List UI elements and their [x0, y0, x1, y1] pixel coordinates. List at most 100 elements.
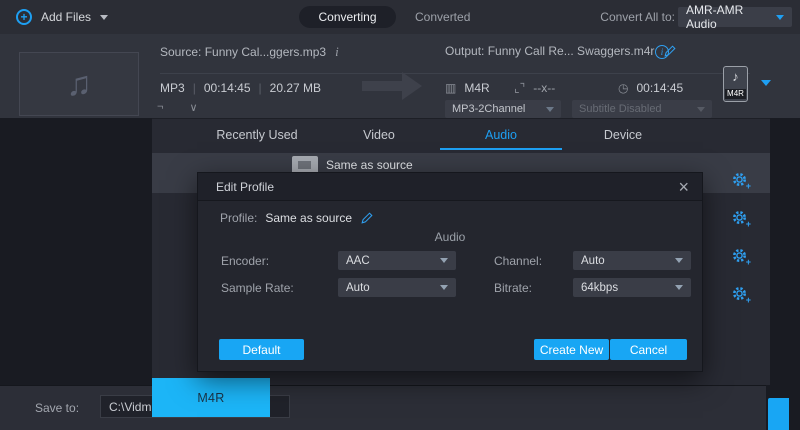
caret-down-icon	[440, 285, 448, 290]
convert-all-dropdown[interactable]: AMR-AMR Audio	[678, 7, 792, 27]
default-button[interactable]: Default	[219, 339, 304, 360]
music-note-icon: ♫	[66, 65, 92, 104]
caret-down-icon	[440, 258, 448, 263]
save-to-label: Save to:	[35, 401, 79, 415]
format-caret-icon[interactable]	[761, 80, 771, 86]
dialog-title: Edit Profile	[216, 180, 274, 194]
edit-pencil-icon[interactable]	[360, 211, 374, 225]
subtitle-value: Subtitle Disabled	[579, 103, 662, 115]
info-i-glyph: i	[661, 47, 664, 57]
encoder-value: AAC	[346, 255, 370, 267]
section-title: Audio	[198, 230, 702, 244]
top-bar: + Add Files Converting Converted Convert…	[0, 0, 800, 34]
subtitle-dropdown[interactable]: Subtitle Disabled	[572, 100, 712, 118]
tab-label: Recently Used	[216, 128, 297, 142]
source-meta: MP3 | 00:14:45 | 20.27 MB	[160, 81, 321, 95]
profile-item-icon-inner	[298, 161, 311, 169]
info-icon[interactable]: i	[335, 44, 339, 60]
source-size: 20.27 MB	[270, 81, 321, 95]
bitrate-dropdown[interactable]: 64kbps	[573, 278, 691, 297]
sidebar-item-m4r-selected[interactable]: M4R	[152, 378, 270, 417]
sample-rate-label: Sample Rate:	[221, 281, 294, 295]
add-files-button[interactable]: + Add Files	[16, 0, 108, 34]
format-badge: M4R	[725, 89, 746, 99]
output-resolution-group: ⌞⌝ --x--	[514, 81, 555, 95]
tab-label: Video	[363, 128, 395, 142]
edit-profile-dialog: Edit Profile × Profile: Same as source A…	[197, 172, 703, 372]
plus-glyph: +	[746, 258, 751, 267]
source-label: Source: Funny Cal...ggers.mp3	[160, 45, 326, 59]
channel-dropdown[interactable]: Auto	[573, 251, 691, 270]
profile-line: Profile: Same as source	[220, 211, 374, 225]
audio-track-dropdown[interactable]: MP3-2Channel	[445, 100, 561, 118]
tab-device[interactable]: Device	[562, 119, 684, 150]
plus-glyph: +	[746, 182, 751, 191]
divider	[445, 73, 750, 74]
tab-label: Device	[604, 128, 642, 142]
profile-item-label: Same as source	[326, 158, 413, 172]
output-file-name: Output: Funny Call Re... Swaggers.m4r	[445, 44, 677, 58]
create-new-button[interactable]: Create New	[534, 339, 609, 360]
file-thumbnail: ♫	[19, 52, 139, 116]
gear-plus-icon[interactable]: +	[731, 209, 748, 226]
bitrate-label: Bitrate:	[494, 281, 532, 295]
encoder-dropdown[interactable]: AAC	[338, 251, 456, 270]
plus-glyph: +	[746, 296, 751, 305]
output-format-group: ▥ M4R	[445, 81, 490, 95]
tab-converting[interactable]: Converting	[299, 6, 396, 28]
partial-button[interactable]	[768, 398, 789, 430]
tab-recently-used[interactable]: Recently Used	[196, 119, 318, 150]
convert-all-value: AMR-AMR Audio	[686, 3, 776, 31]
caret-down-icon	[776, 15, 784, 20]
sample-rate-value: Auto	[346, 282, 370, 294]
tab-converted[interactable]: Converted	[415, 0, 470, 34]
clock-icon: ◷	[618, 81, 628, 95]
source-format: MP3	[160, 81, 185, 95]
gear-plus-icon[interactable]: +	[731, 285, 748, 302]
convert-all-label: Convert All to:	[600, 0, 675, 34]
tab-video[interactable]: Video	[318, 119, 440, 150]
bitrate-value: 64kbps	[581, 282, 618, 294]
source-duration: 00:14:45	[204, 81, 251, 95]
caret-down-icon	[675, 258, 683, 263]
add-files-label: Add Files	[41, 10, 91, 24]
add-plus-icon: +	[16, 9, 32, 25]
output-info-icon[interactable]: i	[655, 45, 669, 59]
output-duration-group: ◷ 00:14:45	[618, 81, 683, 95]
bottom-bar: Save to:	[0, 385, 800, 430]
tab-audio[interactable]: Audio	[440, 119, 562, 150]
gear-plus-icon[interactable]: +	[731, 171, 748, 188]
film-icon: ▥	[445, 81, 456, 95]
trim-icon[interactable]: ¬	[157, 101, 163, 114]
caret-down-icon	[675, 285, 683, 290]
cancel-button[interactable]: Cancel	[610, 339, 687, 360]
encoder-label: Encoder:	[221, 254, 269, 268]
output-label: Output: Funny Call Re... Swaggers.m4r	[445, 44, 654, 58]
separator: |	[259, 81, 262, 95]
channel-label: Channel:	[494, 254, 542, 268]
output-format-thumbnail[interactable]: ♪ M4R	[723, 66, 748, 102]
profile-value: Same as source	[265, 211, 352, 225]
sample-rate-dropdown[interactable]: Auto	[338, 278, 456, 297]
separator: |	[193, 81, 196, 95]
convert-arrow-icon	[362, 81, 402, 91]
convert-arrow-head	[402, 72, 422, 100]
output-format: M4R	[464, 81, 489, 95]
source-file-name: Source: Funny Cal...ggers.mp3 i	[160, 44, 339, 60]
music-note-icon: ♪	[724, 69, 747, 84]
tab-label: Audio	[485, 128, 517, 142]
output-resolution: --x--	[533, 81, 555, 95]
active-tab-underline	[440, 148, 562, 150]
chevron-down-icon	[100, 15, 108, 20]
close-icon[interactable]: ×	[678, 178, 689, 196]
caret-down-icon	[697, 107, 705, 112]
profile-label: Profile:	[220, 211, 257, 225]
collapse-icon[interactable]: ∨	[189, 101, 197, 114]
edit-tools: ¬ ∨	[157, 101, 198, 114]
audio-track-value: MP3-2Channel	[452, 103, 525, 115]
caret-down-icon	[546, 107, 554, 112]
gear-plus-icon[interactable]: +	[731, 247, 748, 264]
resolution-icon: ⌞⌝	[514, 81, 525, 95]
dialog-header: Edit Profile ×	[198, 173, 702, 201]
channel-value: Auto	[581, 255, 605, 267]
